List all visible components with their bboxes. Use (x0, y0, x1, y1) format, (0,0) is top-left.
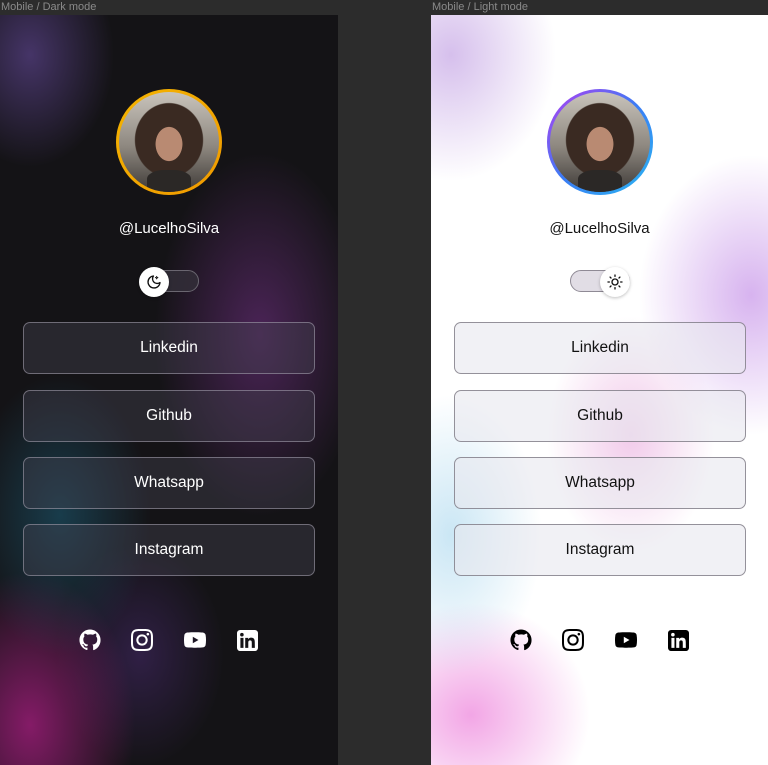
whatsapp-button[interactable]: Whatsapp (23, 457, 315, 509)
linkedin-icon[interactable] (235, 628, 259, 652)
github-button[interactable]: Github (454, 390, 746, 442)
frame-label-dark: Mobile / Dark mode (1, 1, 97, 13)
linkedin-icon[interactable] (666, 628, 690, 652)
avatar-photo (550, 92, 650, 192)
mobile-light-frame: @LucelhoSilva Linkedin Github Whatsapp I… (431, 15, 768, 765)
username: @LucelhoSilva (549, 220, 650, 237)
username: @LucelhoSilva (118, 220, 220, 237)
instagram-icon[interactable] (130, 628, 154, 652)
github-button[interactable]: Github (23, 390, 315, 442)
instagram-button[interactable]: Instagram (23, 524, 315, 576)
mobile-dark-frame: @LucelhoSilva Linkedin Github Whatsapp I… (0, 15, 338, 765)
github-icon[interactable] (78, 628, 102, 652)
avatar (116, 89, 222, 195)
linkedin-button[interactable]: Linkedin (454, 322, 746, 374)
toggle-knob[interactable] (600, 267, 630, 297)
youtube-icon[interactable] (614, 628, 638, 652)
linkedin-button[interactable]: Linkedin (23, 322, 315, 374)
toggle-knob[interactable] (139, 267, 169, 297)
frame-label-light: Mobile / Light mode (432, 1, 528, 13)
instagram-icon[interactable] (561, 628, 585, 652)
avatar (547, 89, 653, 195)
github-icon[interactable] (509, 628, 533, 652)
avatar-photo (119, 92, 219, 192)
instagram-button[interactable]: Instagram (454, 524, 746, 576)
theme-toggle[interactable] (139, 267, 199, 297)
whatsapp-button[interactable]: Whatsapp (454, 457, 746, 509)
theme-toggle[interactable] (570, 267, 630, 297)
moon-icon (147, 275, 161, 289)
sun-icon (607, 274, 623, 290)
youtube-icon[interactable] (183, 628, 207, 652)
